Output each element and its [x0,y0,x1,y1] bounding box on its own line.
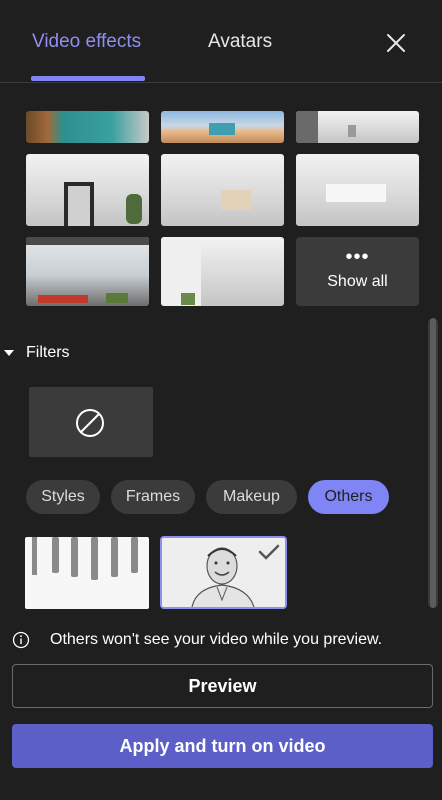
no-filter-option[interactable] [29,387,153,457]
info-icon [12,631,30,649]
filters-title: Filters [26,344,70,361]
vertical-lines-pattern [32,537,138,580]
tab-video-effects[interactable]: Video effects [32,31,141,53]
close-icon [387,34,405,52]
background-thumbnail-beach-lifeguard[interactable] [161,111,284,143]
filter-thumbnail-vertical-lines[interactable] [25,537,149,609]
info-text: Others won't see your video while you pr… [50,631,383,648]
panel-header: Video effects Avatars [0,0,442,83]
filter-chip-makeup[interactable]: Makeup [206,480,297,514]
active-tab-indicator [31,76,145,81]
show-all-backgrounds-button[interactable]: ••• Show all [296,237,419,306]
background-thumbnail-industrial-loft[interactable] [26,237,149,306]
background-thumbnail-bright-hall[interactable] [161,154,284,226]
filter-chip-others[interactable]: Others [308,480,389,514]
no-filter-icon [76,409,104,437]
preview-info-message: Others won't see your video while you pr… [12,630,382,650]
preview-button[interactable]: Preview [12,664,433,708]
background-thumbnail-white-room-window[interactable] [296,111,419,143]
close-button[interactable] [383,30,409,56]
filter-chip-frames[interactable]: Frames [111,480,195,514]
background-thumbnail-minimal-room[interactable] [161,237,284,306]
scrollbar-thumb[interactable] [430,318,436,608]
caret-down-icon [4,350,14,356]
filters-section-toggle[interactable]: Filters [4,343,70,363]
filter-thumbnail-pencil-sketch[interactable] [160,536,287,609]
filter-chip-styles[interactable]: Styles [26,480,100,514]
more-dots-icon: ••• [345,246,370,268]
show-all-label: Show all [327,273,388,290]
background-thumbnail-office-lobby[interactable] [26,111,149,143]
checkmark-icon [258,544,280,560]
apply-and-turn-on-video-button[interactable]: Apply and turn on video [12,724,433,768]
background-thumbnail-doorway-room[interactable] [26,154,149,226]
background-thumbnail-white-studio[interactable] [296,154,419,226]
tab-avatars[interactable]: Avatars [208,31,272,53]
